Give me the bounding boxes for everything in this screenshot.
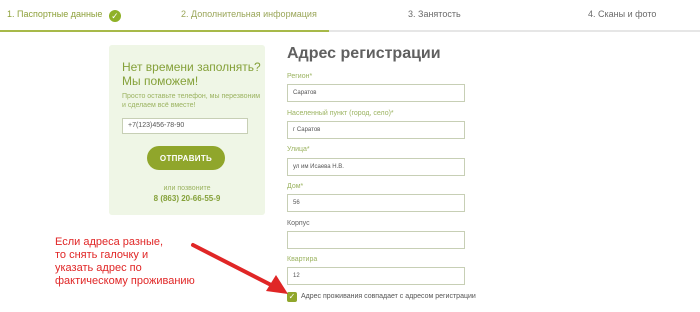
annotation-arrow-icon — [191, 243, 288, 294]
